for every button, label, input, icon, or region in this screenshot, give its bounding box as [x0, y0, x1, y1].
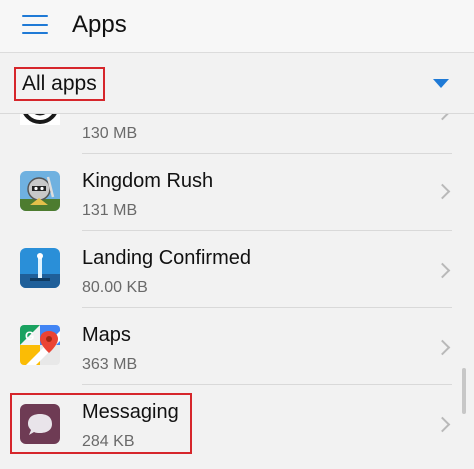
chevron-right-icon — [434, 262, 451, 279]
chevron-right-icon — [434, 416, 451, 433]
dropdown-arrow-icon[interactable] — [433, 79, 449, 88]
list-item[interactable]: G Maps 363 MB — [0, 308, 474, 385]
app-bar: Apps — [0, 0, 474, 53]
kingdom-rush-icon — [20, 171, 60, 211]
app-filter-dropdown[interactable]: All apps — [0, 53, 474, 114]
filter-selected-value[interactable]: All apps — [14, 67, 105, 101]
list-item[interactable]: Landing Confirmed 80.00 KB — [0, 231, 474, 308]
highlight-box — [10, 393, 192, 454]
partial-app-icon — [20, 114, 60, 125]
list-item[interactable]: 130 MB — [0, 114, 474, 154]
hamburger-menu-icon[interactable] — [22, 15, 48, 35]
app-size: 80.00 KB — [82, 279, 148, 296]
list-item[interactable]: Kingdom Rush 131 MB — [0, 154, 474, 231]
app-name: Maps — [82, 324, 131, 346]
maps-icon: G — [20, 325, 60, 365]
app-size: 363 MB — [82, 356, 138, 373]
app-size: 130 MB — [82, 125, 138, 142]
chevron-right-icon — [434, 114, 451, 121]
landing-confirmed-icon — [20, 248, 60, 288]
app-size: 131 MB — [82, 202, 138, 219]
page-title: Apps — [72, 11, 127, 38]
svg-text:G: G — [25, 329, 34, 343]
app-name: Kingdom Rush — [82, 170, 214, 192]
chevron-right-icon — [434, 183, 451, 200]
app-name: Landing Confirmed — [82, 247, 251, 269]
scrollbar[interactable] — [462, 368, 466, 414]
chevron-right-icon — [434, 339, 451, 356]
